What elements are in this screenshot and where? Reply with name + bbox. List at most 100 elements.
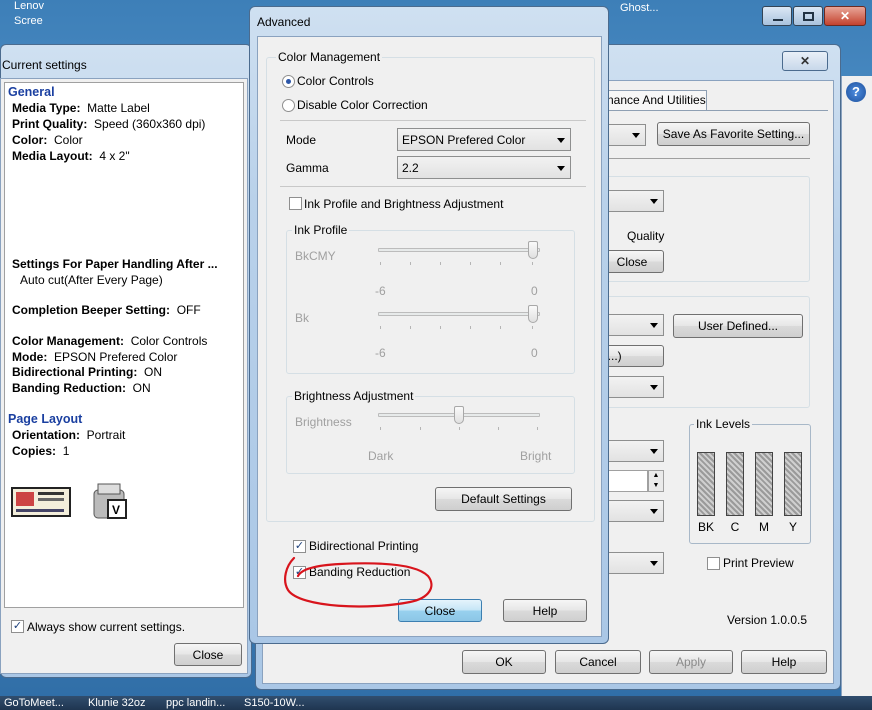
ink-bar-m [755,452,773,516]
gamma-select[interactable]: 2.2 [397,156,571,179]
separator [280,186,586,187]
settings-label: Completion Beeper Setting: [12,303,171,317]
slider-tick [380,262,381,265]
color-controls-radio[interactable] [282,75,295,88]
minimize-button[interactable] [762,6,792,26]
slider-tick [532,262,533,265]
copies-stepper[interactable]: ▲ ▼ [648,470,664,492]
dark-label: Dark [368,449,394,463]
save-favorite-button[interactable]: Save As Favorite Setting... [657,122,810,146]
print-preview-checkbox[interactable] [707,557,720,570]
settings-label: Bidirectional Printing: [12,365,138,379]
paper-handling-label: Settings For Paper Handling After ... [12,257,218,271]
settings-label: Media Layout: [12,149,93,163]
quality-select[interactable] [600,552,664,574]
color-controls-label: Color Controls [297,74,374,88]
ink-label: BK [697,520,714,534]
print-preview-label: Print Preview [723,556,794,570]
settings-row: Color: Color [12,133,83,147]
chevron-down-icon [650,509,658,514]
minimize-icon [773,19,783,21]
default-settings-button[interactable]: Default Settings [435,487,572,511]
dialog-help-button[interactable]: Help [741,650,827,674]
color-management-title: Color Management [276,50,383,64]
paper-size-select[interactable] [600,314,664,336]
ink-profile-checkbox[interactable] [289,197,302,210]
taskbar-item[interactable]: ppc landin... [164,696,225,710]
slider-tick [440,326,441,329]
current-settings-close-button[interactable]: Close [174,643,242,666]
bk-slider-track[interactable] [378,312,540,316]
window-title: Current settings [2,58,87,72]
window-caption-buttons: ✕ [762,4,868,28]
brightness-group-title: Brightness Adjustment [292,389,416,403]
source-select[interactable] [600,376,664,398]
settings-value: Color [54,133,83,147]
bk-slider-thumb[interactable] [528,305,538,323]
user-defined-button[interactable]: User Defined... [673,314,803,338]
help-circle-icon[interactable]: ? [846,82,866,102]
close-icon: ✕ [799,54,811,68]
taskbar-item[interactable]: GoToMeet... [2,696,64,710]
settings-label: Orientation: [12,428,80,442]
slider-tick [500,262,501,265]
advanced-title: Advanced [257,15,311,29]
maximize-button[interactable] [793,6,823,26]
page-layout-header: Page Layout [8,412,83,426]
slider-tick [498,427,499,430]
bkcmy-slider-track[interactable] [378,248,540,252]
settings-value: Color Controls [130,334,208,348]
slider-tick [537,427,538,430]
chevron-down-icon [557,165,565,171]
paper-options-button[interactable]: p...) [600,345,664,367]
apply-button[interactable]: Apply [649,650,733,674]
taskbar-item[interactable]: S150-10W... [242,696,305,710]
bkcmy-slider-thumb[interactable] [528,241,538,259]
settings-row: Completion Beeper Setting: OFF [12,303,201,317]
cancel-button[interactable]: Cancel [555,650,641,674]
brightness-slider-thumb[interactable] [454,406,464,424]
always-show-checkbox[interactable]: ✓ [11,620,24,633]
dialog-close-button[interactable]: ✕ [782,51,828,71]
slider-tick [380,427,381,430]
quality-close-button[interactable]: Close [600,250,664,273]
ink-label: C [730,520,740,534]
tab-maintenance[interactable]: nance And Utilities [604,90,707,110]
layout-select[interactable] [600,500,664,522]
chevron-down-icon [557,137,565,143]
maximize-icon [803,12,814,21]
desktop-text: Ghost... [620,2,659,14]
settings-value: Matte Label [87,101,150,115]
disable-color-radio[interactable] [282,99,295,112]
chevron-down-icon [650,323,658,328]
settings-label: Color: [12,133,48,147]
chevron-down-icon [632,133,640,138]
settings-row: Print Quality: Speed (360x360 dpi) [12,117,205,131]
settings-row: Media Type: Matte Label [12,101,150,115]
slider-tick [440,262,441,265]
settings-label: Copies: [12,444,57,458]
close-window-button[interactable]: ✕ [824,6,866,26]
settings-label: Mode: [12,350,48,364]
disable-color-label: Disable Color Correction [297,98,428,112]
general-header: General [8,85,55,99]
settings-value: 1 [62,444,70,458]
taskbar-item[interactable]: Klunie 32oz [86,696,146,710]
ink-bar-c [726,452,744,516]
orientation-select[interactable] [600,440,664,462]
slider-tick [459,427,460,430]
always-show-label: Always show current settings. [27,620,186,634]
close-icon: ✕ [839,9,851,23]
settings-value: Portrait [86,428,126,442]
settings-row: Mode: EPSON Prefered Color [12,350,177,364]
slider-tick [532,326,533,329]
advanced-help-button[interactable]: Help [503,599,587,622]
ok-button[interactable]: OK [462,650,546,674]
media-type-select[interactable] [600,190,664,212]
slider-tick [380,326,381,329]
mode-select[interactable]: EPSON Prefered Color [397,128,571,151]
ink-bar-bk [697,452,715,516]
printer-icon: V [93,483,127,519]
desktop-text: Lenov [14,0,44,12]
svg-text:V: V [112,503,120,517]
